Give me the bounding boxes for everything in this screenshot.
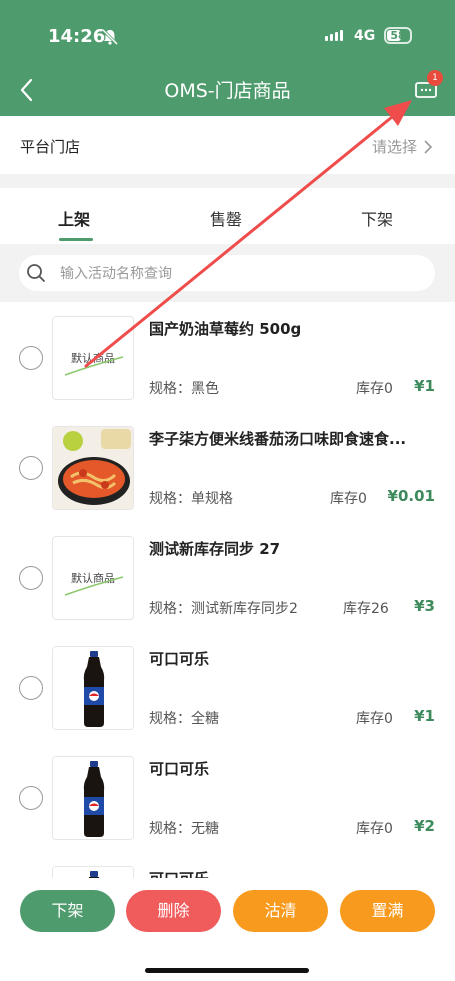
product-name: 可口可乐 — [149, 650, 210, 668]
chevron-right-icon — [424, 139, 433, 154]
select-radio[interactable] — [19, 346, 43, 370]
signal-icon — [325, 30, 343, 41]
product-spec: 规格：无糖 — [149, 821, 219, 837]
product-spec: 规格：单规格 — [149, 491, 233, 507]
product-price: ¥2 — [414, 817, 435, 835]
product-spec: 规格：全糖 — [149, 711, 219, 727]
tab-on-shelf[interactable]: 上架 — [58, 206, 90, 230]
product-item[interactable]: 默认商品 测试新库存同步 27 规格：测试新库存同步2 库存26 ¥3 — [0, 522, 455, 633]
select-radio[interactable] — [19, 676, 43, 700]
page-title: OMS-门店商品 — [164, 80, 291, 102]
bell-muted-icon — [101, 28, 119, 46]
store-select-placeholder: 请选择 — [371, 138, 417, 156]
app-header: 14:26 4G 58 OMS-门店商品 1 — [0, 0, 455, 116]
status-tabs: 上架 售罄 下架 — [0, 188, 455, 244]
sold-out-button[interactable]: 沽清 — [233, 890, 328, 932]
product-spec: 规格：测试新库存同步2 — [149, 601, 298, 617]
product-image-placeholder: 默认商品 — [52, 536, 134, 620]
product-item[interactable]: 李子柒方便米线番茄汤口味即食速食... 规格：单规格 库存0 ¥0.01 — [0, 412, 455, 523]
product-image-noodle — [52, 426, 134, 510]
product-spec: 规格：黑色 — [149, 381, 219, 397]
store-label: 平台门店 — [20, 138, 81, 156]
delete-button[interactable]: 删除 — [126, 890, 221, 932]
product-image-cola — [52, 646, 134, 730]
product-price: ¥0.01 — [387, 487, 435, 505]
message-badge: 1 — [427, 70, 443, 86]
product-stock: 库存26 — [343, 601, 389, 617]
product-name: 李子柒方便米线番茄汤口味即食速食... — [149, 430, 407, 448]
off-shelf-button[interactable]: 下架 — [20, 890, 115, 932]
tab-off-shelf[interactable]: 下架 — [361, 206, 393, 230]
battery-level: 58 — [390, 29, 406, 42]
tab-sold-out[interactable]: 售罄 — [210, 206, 242, 230]
product-image-placeholder: 默认商品 — [52, 316, 134, 400]
battery-icon: 58 — [384, 27, 412, 44]
product-item[interactable]: 默认商品 国产奶油草莓约 500g 规格：黑色 库存0 ¥1 — [0, 302, 455, 413]
section-divider — [0, 174, 455, 188]
select-radio[interactable] — [19, 566, 43, 590]
restock-button[interactable]: 置满 — [340, 890, 435, 932]
product-price: ¥1 — [414, 377, 435, 395]
product-stock: 库存0 — [330, 491, 367, 507]
store-select[interactable]: 请选择 — [372, 136, 433, 157]
select-radio[interactable] — [19, 786, 43, 810]
product-name: 可口可乐 — [149, 760, 210, 778]
select-radio[interactable] — [19, 456, 43, 480]
status-time: 14:26 — [48, 26, 106, 47]
tab-active-indicator — [59, 238, 93, 241]
search-input[interactable] — [58, 258, 422, 290]
product-stock: 库存0 — [356, 381, 393, 397]
product-item[interactable]: 可口可乐 规格：无糖 库存0 ¥2 — [0, 742, 455, 853]
product-name: 国产奶油草莓约 500g — [149, 320, 302, 338]
product-item[interactable]: 可口可乐 规格：全糖 库存0 ¥1 — [0, 632, 455, 743]
product-stock: 库存0 — [356, 711, 393, 727]
network-type: 4G — [354, 28, 376, 44]
search-icon — [27, 264, 45, 282]
store-selector-row[interactable]: 平台门店 请选择 — [0, 116, 455, 174]
product-name: 测试新库存同步 27 — [149, 540, 281, 558]
product-price: ¥1 — [414, 707, 435, 725]
home-indicator — [145, 968, 309, 973]
product-price: ¥3 — [414, 597, 435, 615]
product-image-cola — [52, 756, 134, 840]
product-stock: 库存0 — [356, 821, 393, 837]
